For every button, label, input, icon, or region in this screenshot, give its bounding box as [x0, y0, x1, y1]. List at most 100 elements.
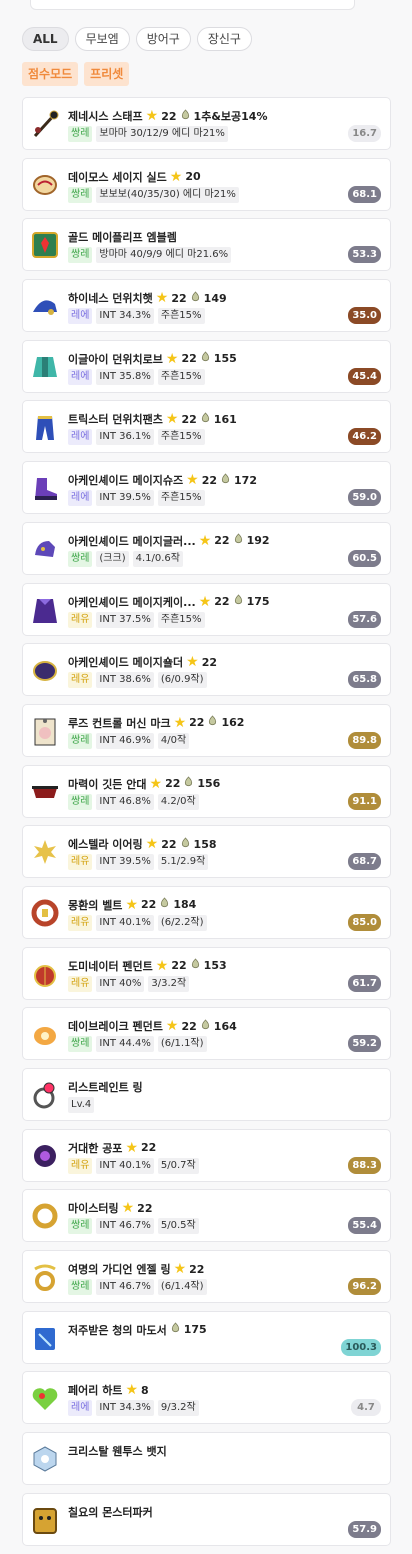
gloves-icon	[29, 533, 61, 565]
score-mode-button[interactable]: 점수모드	[22, 62, 79, 86]
equipment-card[interactable]: 에스텔라 이어링 ★ 22 158 레유 INT 39.5% 5.1/2.9작 68.7	[22, 825, 391, 879]
item-stats: 레에 INT 34.3% 주흔15%	[68, 308, 205, 325]
item-name-line: 크리스탈 웬투스 뱃지	[68, 1443, 167, 1459]
item-name: 마력이 깃든 안대	[68, 777, 147, 791]
equipment-card[interactable]: 몽환의 벨트 ★ 22 184 레유 INT 40.1% (6/2.2작) 85.0	[22, 885, 391, 939]
stat-tag: (6/1.1작)	[157, 1036, 207, 1053]
item-name: 루즈 컨트롤 머신 마크	[68, 716, 171, 730]
flame-icon	[183, 776, 194, 791]
hat-icon	[29, 290, 61, 322]
flame-icon	[190, 290, 201, 306]
star-icon: ★	[125, 1382, 138, 1399]
potential-grade-badge: 쌍레	[68, 732, 93, 749]
item-name: 크리스탈 웬투스 뱃지	[68, 1445, 167, 1459]
equipment-card[interactable]: 여명의 가디언 엔젤 링 ★ 22 쌍레 INT 46.7% (6/1.4작) 96.2	[22, 1250, 391, 1304]
potential-grade-badge: 쌍레	[68, 247, 93, 264]
flame-value: 158	[193, 837, 217, 851]
equipment-card[interactable]: 데이모스 세이지 실드 ★ 20 쌍레 보보보(40/35/30) 에디 마21% 68.…	[22, 157, 391, 211]
equipment-card[interactable]: 거대한 공포 ★ 22 레유 INT 40.1% 5/0.7작 88.3	[22, 1128, 391, 1182]
item-name-line: 마력이 깃든 안대 ★ 22 156	[68, 776, 220, 792]
item-name-line: 루즈 컨트롤 머신 마크 ★ 22 162	[68, 715, 244, 731]
score-badge: 45.4	[348, 367, 381, 385]
flame-value: 192	[246, 534, 270, 548]
equipment-card[interactable]: 제네시스 스태프 ★ 22 1추&보공14% 쌍레 보마마 30/12/9 에디 마21%…	[22, 97, 391, 150]
equipment-card[interactable]: 골드 메이플리프 엠블렘 쌍레 방마마 40/9/9 에디 마21.6% 53.3	[22, 218, 391, 272]
equipment-card[interactable]: 페어리 하트 ★ 8 레에 INT 34.3% 9/3.2작 4.7	[22, 1371, 391, 1425]
stat-tag: 9/3.2작	[157, 1400, 199, 1417]
equipment-card[interactable]: 아케인셰이드 메이지숄더 ★ 22 레유 INT 38.6% (6/0.9작) 65.8	[22, 643, 391, 697]
item-name-line: 하이네스 던위치햇 ★ 22 149	[68, 290, 227, 306]
star-icon: ★	[121, 1200, 135, 1217]
preset-button[interactable]: 프리셋	[84, 62, 130, 86]
item-name-line: 페어리 하트 ★ 8	[68, 1382, 149, 1398]
flame-icon	[220, 473, 231, 488]
star-icon: ★	[145, 836, 159, 853]
search-box-edge[interactable]	[30, 0, 355, 10]
robe-icon	[29, 351, 61, 383]
score-badge: 89.8	[348, 731, 381, 749]
stat-tag: 주흔15%	[157, 490, 205, 507]
item-stats: 쌍레 방마마 40/9/9 에디 마21.6%	[68, 247, 232, 264]
stat-tag: INT 39.5%	[96, 854, 154, 871]
equipment-card[interactable]: 루즈 컨트롤 머신 마크 ★ 22 162 쌍레 INT 46.9% 4/0작 89.8	[22, 703, 391, 757]
equipment-card[interactable]: 하이네스 던위치햇 ★ 22 149 레에 INT 34.3% 주흔15% 35.0	[22, 279, 391, 333]
belt-icon	[29, 897, 61, 929]
item-name-line: 이글아이 던위치로브 ★ 22 155	[68, 351, 237, 367]
starforce-value: 22	[171, 291, 187, 305]
equipment-card[interactable]: 아케인셰이드 메이지케이... ★ 22 175 레유 INT 37.5% 주흔15% 57.…	[22, 582, 391, 636]
equipment-card[interactable]: 아케인셰이드 메이지글러... ★ 22 192 쌍레 (크크) 4.1/0.6작 60.5	[22, 521, 391, 575]
item-name-line: 몽환의 벨트 ★ 22 184	[68, 897, 196, 913]
ring-gold-icon	[29, 1200, 61, 1232]
equipment-list: 제네시스 스태프 ★ 22 1추&보공14% 쌍레 보마마 30/12/9 에디 마21%…	[22, 97, 391, 1554]
item-stats: 레유 INT 40.1% 5/0.7작	[68, 1157, 199, 1174]
item-stats: Lv.4	[68, 1097, 95, 1113]
flame-value: 184	[173, 898, 197, 912]
equipment-card[interactable]: 저주받은 청의 마도서 175 100.3	[22, 1310, 391, 1364]
score-badge: 60.5	[348, 549, 381, 567]
filter-armor[interactable]: 방어구	[135, 27, 191, 51]
filter-accessory[interactable]: 장신구	[196, 27, 252, 51]
equipment-card[interactable]: 도미네이터 펜던트 ★ 22 153 레유 INT 40% 3/3.2작 61.7	[22, 946, 391, 1000]
score-badge: 16.7	[348, 125, 381, 142]
equipment-card[interactable]: 칠요의 몬스터파커 57.9	[22, 1492, 391, 1546]
stat-tag: 주흔15%	[157, 368, 205, 385]
stat-tag: INT 34.3%	[96, 308, 154, 325]
item-stats: 레에 INT 39.5% 주흔15%	[68, 490, 205, 507]
item-name: 거대한 공포	[68, 1141, 123, 1155]
equipment-card[interactable]: 아케인셰이드 메이지슈즈 ★ 22 172 레에 INT 39.5% 주흔15% 59.0	[22, 461, 391, 515]
filter-all[interactable]: ALL	[22, 27, 69, 51]
flame-value: 175	[183, 1323, 207, 1337]
star-icon: ★	[155, 290, 169, 307]
filter-weapon-emblem[interactable]: 무보엠	[74, 27, 130, 51]
equipment-card[interactable]: 리스트레인트 링 Lv.4	[22, 1068, 391, 1121]
item-stats: 레에 INT 35.8% 주흔15%	[68, 368, 205, 385]
stat-tag: INT 34.3%	[96, 1400, 154, 1417]
item-name-line: 마이스터링 ★ 22	[68, 1200, 152, 1216]
flame-icon	[170, 1322, 181, 1337]
equipment-card[interactable]: 이글아이 던위치로브 ★ 22 155 레에 INT 35.8% 주흔15% 45.4	[22, 339, 391, 393]
equipment-card[interactable]: 마력이 깃든 안대 ★ 22 156 쌍레 INT 46.8% 4.2/0작 91.1	[22, 764, 391, 818]
equipment-card[interactable]: 트릭스터 던위치팬츠 ★ 22 161 레에 INT 36.1% 주흔15% 46.2	[22, 400, 391, 454]
stat-tag: INT 37.5%	[96, 611, 154, 628]
flame-icon	[233, 533, 244, 548]
flame-icon	[233, 594, 244, 609]
item-name: 마이스터링	[68, 1202, 119, 1216]
stat-tag: 주흔15%	[157, 308, 205, 325]
equipment-card[interactable]: 데이브레이크 펜던트 ★ 22 164 쌍레 INT 44.4% (6/1.1작) 59.2	[22, 1007, 391, 1061]
equipment-card[interactable]: 마이스터링 ★ 22 쌍레 INT 46.7% 5/0.5작 55.4	[22, 1189, 391, 1243]
shield-icon	[29, 169, 61, 201]
pocket-icon	[29, 1504, 61, 1536]
stat-tag: (6/1.4작)	[157, 1279, 207, 1296]
staff-icon	[29, 108, 61, 140]
eyepatch-icon	[29, 776, 61, 808]
flame-value: 1추&보공14%	[193, 110, 268, 123]
potential-grade-badge: 쌍레	[68, 1218, 93, 1235]
item-name: 페어리 하트	[68, 1384, 123, 1398]
item-name-line: 아케인셰이드 메이지글러... ★ 22 192	[68, 533, 270, 549]
score-badge: 88.3	[348, 1156, 381, 1174]
equipment-card[interactable]: 크리스탈 웬투스 뱃지	[22, 1432, 391, 1486]
potential-grade-badge: 레에	[68, 1400, 93, 1417]
cape-icon	[29, 594, 61, 626]
item-name: 아케인셰이드 메이지케이...	[68, 595, 196, 609]
stat-tag: 4/0작	[157, 732, 190, 749]
